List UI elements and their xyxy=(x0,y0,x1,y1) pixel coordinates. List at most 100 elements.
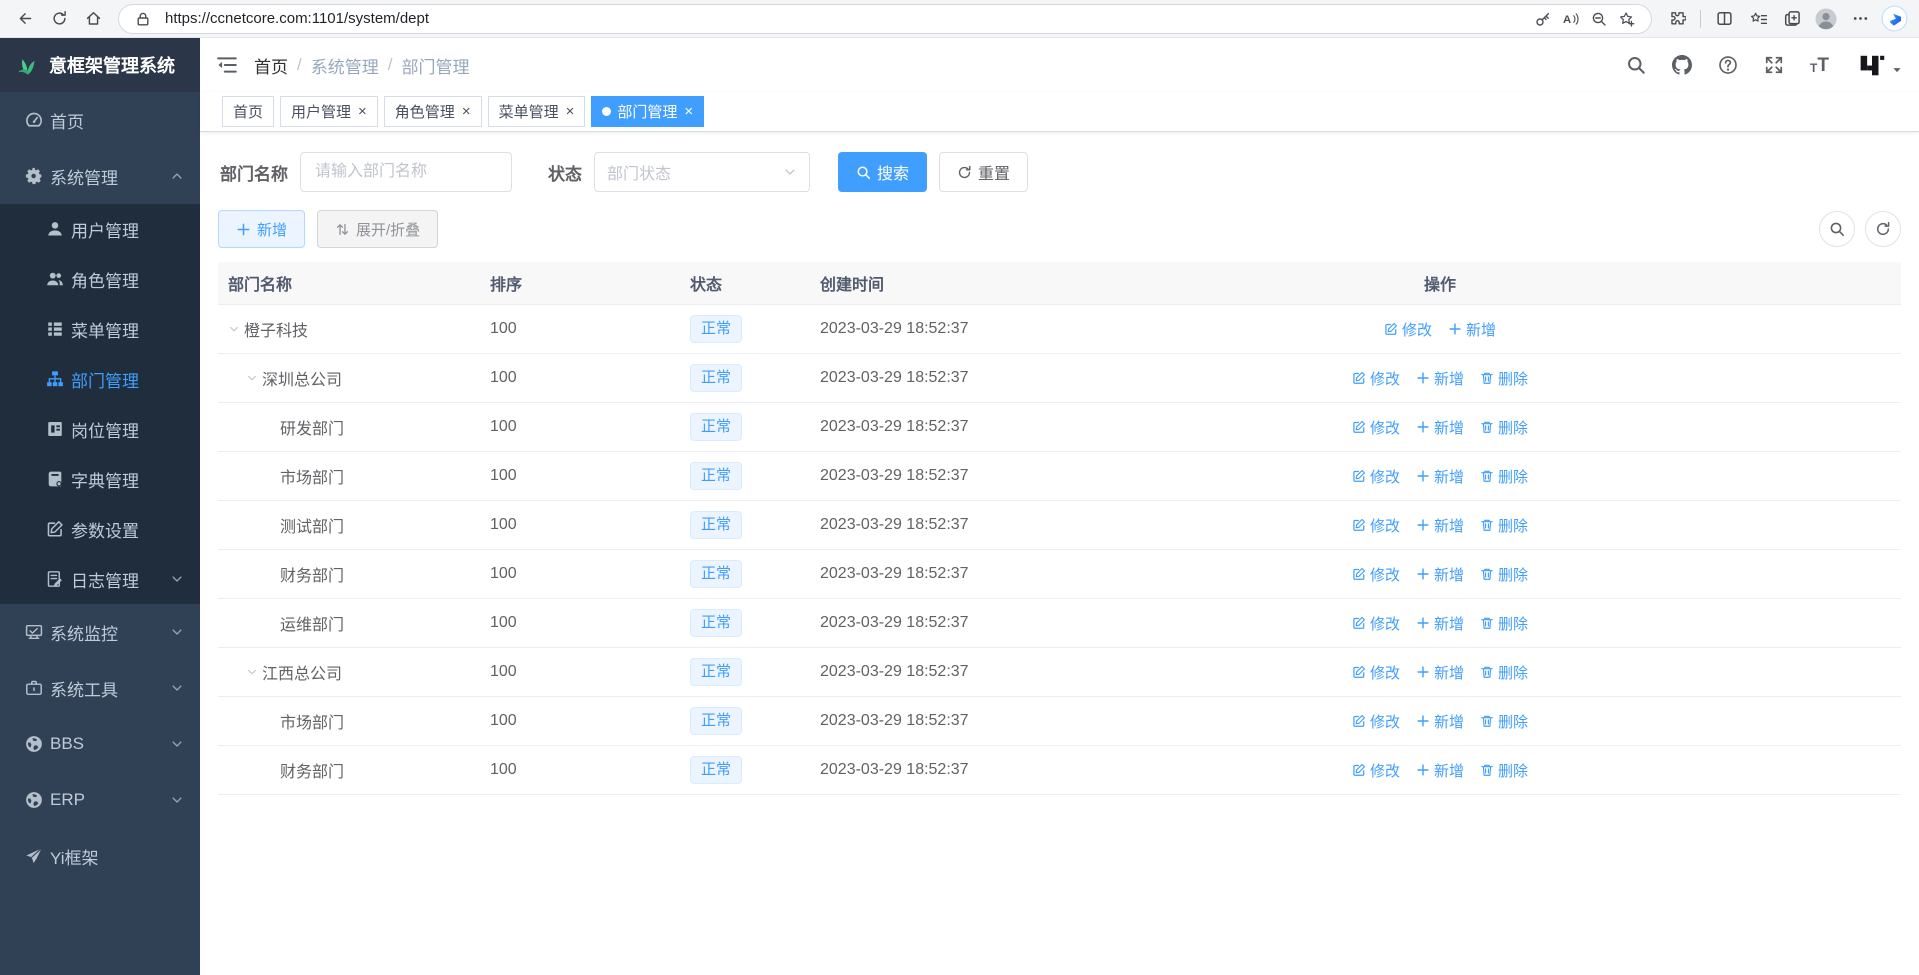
sidebar-item-role[interactable]: 角色管理 xyxy=(0,254,200,304)
sidebar-item-home[interactable]: 首页 xyxy=(0,92,200,148)
dept-name-input[interactable] xyxy=(300,152,512,192)
read-aloud-icon[interactable]: A xyxy=(1557,6,1585,32)
cell-operations: 修改新增删除 xyxy=(1210,697,1670,745)
status-badge: 正常 xyxy=(690,315,742,343)
github-icon[interactable] xyxy=(1672,55,1692,75)
row-edit-link[interactable]: 修改 xyxy=(1352,466,1400,487)
search-button[interactable]: 搜索 xyxy=(838,152,927,192)
row-edit-link[interactable]: 修改 xyxy=(1384,319,1432,340)
split-screen-icon[interactable] xyxy=(1707,4,1741,34)
row-add-link[interactable]: 新增 xyxy=(1416,466,1464,487)
tab-角色管理[interactable]: 角色管理× xyxy=(384,96,482,127)
row-delete-link[interactable]: 删除 xyxy=(1480,515,1528,536)
sidebar-item-dict[interactable]: 字典管理 xyxy=(0,454,200,504)
row-delete-link[interactable]: 删除 xyxy=(1480,466,1528,487)
app-logo[interactable]: 意框架管理系统 xyxy=(0,38,200,92)
tree-expand-icon[interactable] xyxy=(246,370,262,386)
extensions-icon[interactable] xyxy=(1660,4,1694,34)
close-icon[interactable]: × xyxy=(684,104,693,119)
row-add-link[interactable]: 新增 xyxy=(1416,613,1464,634)
font-size-icon[interactable]: TT xyxy=(1810,56,1829,75)
sidebar-item-user[interactable]: 用户管理 xyxy=(0,204,200,254)
collections-icon[interactable] xyxy=(1775,4,1809,34)
row-delete-link[interactable]: 删除 xyxy=(1480,662,1528,683)
tree-indent-placeholder xyxy=(264,762,280,778)
sidebar-item-dept[interactable]: 部门管理 xyxy=(0,354,200,404)
collapse-sidebar-icon[interactable] xyxy=(216,54,238,76)
cell-created-time: 2023-03-29 18:52:37 xyxy=(810,354,1210,402)
status-select[interactable]: 部门状态 xyxy=(594,152,810,192)
sidebar-item-post[interactable]: 岗位管理 xyxy=(0,404,200,454)
star-plus-icon[interactable] xyxy=(1613,6,1641,32)
sidebar-item-log[interactable]: 日志管理 xyxy=(0,554,200,604)
tab-菜单管理[interactable]: 菜单管理× xyxy=(488,96,586,127)
zoom-out-icon[interactable] xyxy=(1585,6,1613,32)
close-icon[interactable]: × xyxy=(462,104,471,119)
row-edit-link[interactable]: 修改 xyxy=(1352,515,1400,536)
sidebar-item-tools[interactable]: 系统工具 xyxy=(0,660,200,716)
row-add-link[interactable]: 新增 xyxy=(1416,711,1464,732)
tab-部门管理[interactable]: 部门管理× xyxy=(591,96,704,127)
sidebar-item-yi[interactable]: Yi框架 xyxy=(0,828,200,884)
row-delete-link[interactable]: 删除 xyxy=(1480,711,1528,732)
row-add-link[interactable]: 新增 xyxy=(1448,319,1496,340)
row-edit-link[interactable]: 修改 xyxy=(1352,711,1400,732)
expand-collapse-button[interactable]: 展开/折叠 xyxy=(317,210,438,248)
row-delete-link[interactable]: 删除 xyxy=(1480,760,1528,781)
reset-button[interactable]: 重置 xyxy=(939,152,1028,192)
row-edit-link[interactable]: 修改 xyxy=(1352,417,1400,438)
address-bar[interactable]: https://ccnetcore.com:1101/system/dept A xyxy=(118,4,1652,34)
row-edit-link[interactable]: 修改 xyxy=(1352,564,1400,585)
url-text[interactable]: https://ccnetcore.com:1101/system/dept xyxy=(165,10,1529,27)
row-edit-link[interactable]: 修改 xyxy=(1352,662,1400,683)
sidebar-item-bbs[interactable]: BBS xyxy=(0,716,200,772)
search-icon[interactable] xyxy=(1626,55,1646,75)
row-delete-link[interactable]: 删除 xyxy=(1480,417,1528,438)
svg-text:A: A xyxy=(1563,14,1571,26)
sidebar-item-system[interactable]: 系统管理 xyxy=(0,148,200,204)
bing-icon[interactable] xyxy=(1877,4,1911,34)
tree-expand-icon[interactable] xyxy=(246,664,262,680)
sidebar-item-erp[interactable]: ERP xyxy=(0,772,200,828)
more-icon[interactable] xyxy=(1843,4,1877,34)
row-add-link[interactable]: 新增 xyxy=(1416,564,1464,585)
row-add-link[interactable]: 新增 xyxy=(1416,515,1464,536)
cell-filler xyxy=(1670,403,1901,451)
close-icon[interactable]: × xyxy=(358,104,367,119)
row-add-link[interactable]: 新增 xyxy=(1416,417,1464,438)
row-add-link[interactable]: 新增 xyxy=(1416,760,1464,781)
refresh-table-button[interactable] xyxy=(1865,211,1901,247)
status-label: 状态 xyxy=(548,160,582,185)
tab-用户管理[interactable]: 用户管理× xyxy=(280,96,378,127)
sidebar-item-label: 部门管理 xyxy=(71,367,184,392)
sidebar-item-monitor[interactable]: 系统监控 xyxy=(0,604,200,660)
help-icon[interactable] xyxy=(1718,55,1738,75)
row-edit-link[interactable]: 修改 xyxy=(1352,368,1400,389)
sidebar-item-param[interactable]: 参数设置 xyxy=(0,504,200,554)
profile-avatar[interactable] xyxy=(1809,4,1843,34)
home-icon[interactable] xyxy=(76,4,110,34)
tree-expand-icon[interactable] xyxy=(228,321,244,337)
toggle-search-button[interactable] xyxy=(1819,211,1855,247)
user-avatar-logo[interactable] xyxy=(1859,52,1885,78)
sidebar-item-menu[interactable]: 菜单管理 xyxy=(0,304,200,354)
caret-down-icon[interactable] xyxy=(1891,64,1903,76)
reload-icon[interactable] xyxy=(42,4,76,34)
row-add-link[interactable]: 新增 xyxy=(1416,368,1464,389)
close-icon[interactable]: × xyxy=(566,104,575,119)
row-delete-link[interactable]: 删除 xyxy=(1480,564,1528,585)
favorites-icon[interactable] xyxy=(1741,4,1775,34)
breadcrumb-item[interactable]: 首页 xyxy=(254,53,288,78)
breadcrumb-item: 部门管理 xyxy=(401,53,469,78)
row-edit-link[interactable]: 修改 xyxy=(1352,760,1400,781)
fullscreen-icon[interactable] xyxy=(1764,55,1784,75)
row-delete-link[interactable]: 删除 xyxy=(1480,368,1528,389)
back-icon[interactable] xyxy=(8,4,42,34)
tab-首页[interactable]: 首页 xyxy=(222,96,274,127)
add-button[interactable]: 新增 xyxy=(218,210,305,248)
row-delete-link[interactable]: 删除 xyxy=(1480,613,1528,634)
key-icon[interactable] xyxy=(1529,6,1557,32)
cell-filler xyxy=(1670,354,1901,402)
row-edit-link[interactable]: 修改 xyxy=(1352,613,1400,634)
row-add-link[interactable]: 新增 xyxy=(1416,662,1464,683)
